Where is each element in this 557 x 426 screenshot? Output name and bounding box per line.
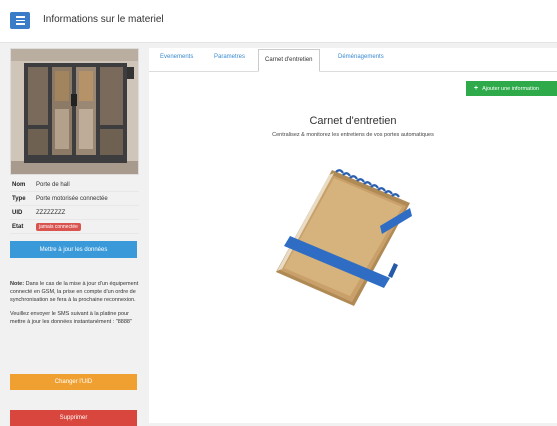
plus-icon: + <box>474 85 479 92</box>
gsm-note: Note: Dans le cas de la mise à jour d'un… <box>10 281 139 325</box>
table-row: Etat jamais connectée <box>10 219 139 234</box>
menu-icon[interactable] <box>10 12 30 29</box>
tab-demenagements[interactable]: Déménagements <box>338 54 384 60</box>
change-uid-button[interactable]: Changer l'UID <box>10 374 137 390</box>
add-information-button[interactable]: + Ajouter une information <box>466 81 557 96</box>
sidebar: Nom Porte de hall Type Porte motorisée con… <box>10 48 139 426</box>
door-image <box>11 49 138 174</box>
equipment-info-table: Nom Porte de hall Type Porte motorisée con… <box>10 178 139 234</box>
top-bar: Informations sur le materiel <box>0 0 557 43</box>
main-panel: Evenements Parametres Carnet d'entretien… <box>149 48 557 423</box>
section-title: Carnet d'entretien <box>309 115 397 127</box>
table-row: UID ZZZZZZZZ <box>10 205 139 220</box>
page-title: Informations sur le materiel <box>43 14 164 25</box>
section-subtitle: Centralisez & monitorez les entretiens d… <box>272 132 434 138</box>
tab-parametres[interactable]: Parametres <box>214 54 245 60</box>
tab-evenements[interactable]: Evenements <box>160 54 193 60</box>
update-data-button[interactable]: Mettre à jour les données <box>10 241 137 258</box>
tab-carnet-entretien[interactable]: Carnet d'entretien <box>258 49 320 72</box>
table-row: Type Porte motorisée connectée <box>10 191 139 206</box>
table-row: Nom Porte de hall <box>10 178 139 192</box>
status-badge: jamais connectée <box>36 222 81 231</box>
delete-button[interactable]: Supprimer <box>10 410 137 426</box>
tab-bar: Evenements Parametres Carnet d'entretien… <box>149 48 557 72</box>
door-photo <box>10 48 139 175</box>
notebook-icon <box>276 169 412 306</box>
